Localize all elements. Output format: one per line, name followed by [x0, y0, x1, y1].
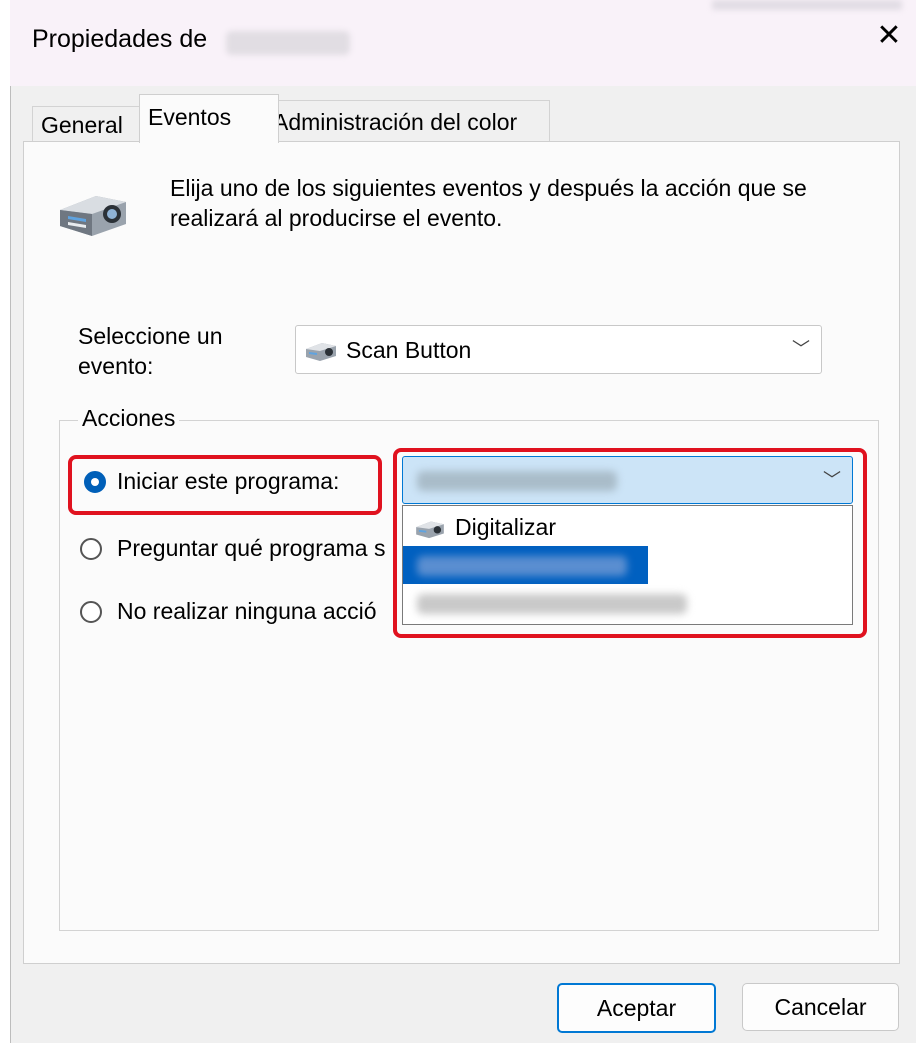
blurred-background-text — [712, 0, 902, 10]
radio-ask-program-label: Preguntar qué programa s — [117, 535, 386, 561]
event-select[interactable]: Scan Button ﹀ — [295, 325, 822, 374]
background-edge — [0, 0, 10, 1043]
dialog-title: Propiedades de — [32, 25, 208, 53]
cancel-button[interactable]: Cancelar — [742, 983, 899, 1031]
event-select-label: Seleccione un evento: — [78, 323, 223, 379]
chevron-down-icon: ﹀ — [792, 339, 810, 359]
blurred-device-name — [226, 31, 350, 55]
ok-button[interactable]: Aceptar — [557, 983, 716, 1033]
radio-no-action-label: No realizar ninguna acció — [117, 598, 377, 624]
tab-color-management[interactable]: Administración del color — [264, 100, 550, 143]
event-select-value: Scan Button — [346, 337, 472, 363]
actions-legend: Acciones — [78, 405, 180, 432]
highlight-program-dropdown — [393, 448, 867, 638]
radio-ask-program[interactable] — [80, 538, 102, 560]
close-icon[interactable]: ✕ — [873, 20, 905, 52]
tab-events[interactable]: Eventos — [139, 94, 279, 143]
scanner-icon — [60, 196, 126, 236]
tab-general[interactable]: General — [32, 106, 144, 143]
radio-no-action[interactable] — [80, 601, 102, 623]
intro-text: Elija uno de los siguientes eventos y de… — [170, 175, 807, 231]
scanner-icon — [306, 343, 336, 361]
highlight-start-program — [68, 455, 382, 515]
